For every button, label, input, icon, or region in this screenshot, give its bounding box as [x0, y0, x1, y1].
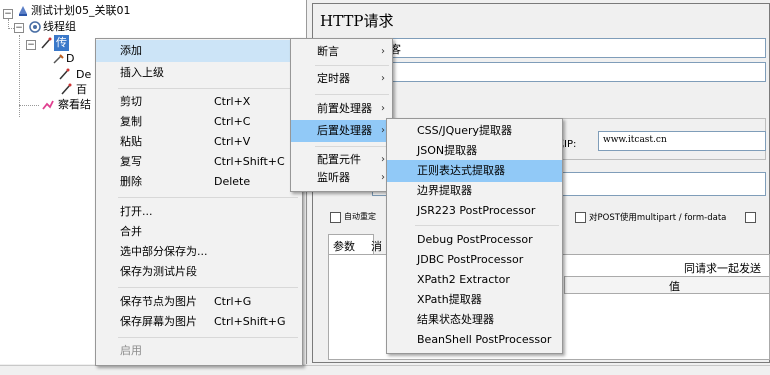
tree-item-baidu[interactable]: 百 [76, 82, 87, 98]
menu-separator [315, 146, 389, 147]
tab-parameters[interactable]: 参数 [328, 234, 374, 255]
menu-item-assertion[interactable]: 断言 › [291, 41, 392, 63]
menu-separator [315, 94, 389, 95]
collapse-toggle-icon[interactable]: − [3, 9, 13, 19]
menu-item-save-as-test-fragment[interactable]: 保存为测试片段 [96, 261, 302, 283]
page-title: HTTP请求 [320, 12, 394, 30]
tree-item-view-results[interactable]: 察看结 [58, 97, 91, 113]
submenu-arrow-icon: › [381, 46, 385, 57]
collapse-toggle-icon[interactable]: − [26, 40, 36, 50]
multipart-label: 对POST使用multipart / form-data [589, 213, 727, 223]
menu-item-beanshell-postprocessor[interactable]: BeanShell PostProcessor [387, 329, 562, 351]
menu-separator [118, 197, 298, 198]
thread-group-icon [29, 21, 41, 33]
menu-item-paste[interactable]: 粘贴 Ctrl+V [96, 131, 302, 153]
tree-item-child[interactable]: D [66, 51, 74, 67]
menu-item-css-jquery-extractor[interactable]: CSS/JQuery提取器 [387, 120, 562, 142]
submenu-arrow-icon: › [381, 103, 385, 114]
menu-item-pre-processor[interactable]: 前置处理器 › [291, 98, 392, 120]
tree-item-test-plan[interactable]: 测试计划05_关联01 [31, 3, 131, 19]
menu-item-open[interactable]: 打开... [96, 201, 302, 223]
menu-item-insert-parent[interactable]: 插入上级 › [96, 62, 302, 84]
menu-item-listener[interactable]: 监听器 › [291, 167, 392, 189]
menu-separator [118, 88, 298, 89]
menu-item-enable: 启用 [120, 344, 142, 357]
menu-separator [118, 287, 298, 288]
menu-separator [315, 65, 389, 66]
menu-item-delete[interactable]: 删除 Delete [96, 171, 302, 193]
redirect-checkbox[interactable] [330, 212, 341, 223]
menu-item-jdbc-postprocessor[interactable]: JDBC PostProcessor [387, 249, 562, 271]
redirect-label: 自动重定 [344, 212, 376, 221]
listener-icon [42, 100, 54, 110]
menu-item-duplicate[interactable]: 复写 Ctrl+Shift+C [96, 151, 302, 173]
sampler-icon [59, 68, 70, 80]
comments-field[interactable] [388, 62, 766, 82]
menu-item-xpath-extractor[interactable]: XPath提取器 [387, 289, 562, 311]
tree-item-debug[interactable]: De [76, 67, 91, 83]
menu-item-json-extractor[interactable]: JSON提取器 [387, 140, 562, 162]
menu-item-jsr223-postprocessor[interactable]: JSR223 PostProcessor [387, 200, 562, 222]
menu-separator [118, 337, 298, 338]
context-menu: 添加 › 插入上级 › 剪切 Ctrl+X 复制 Ctrl+C 粘贴 Ctrl+… [95, 38, 303, 366]
value-column-header[interactable]: 值 [564, 276, 770, 294]
menu-item-save-node-image[interactable]: 保存节点为图片 Ctrl+G [96, 291, 302, 313]
menu-item-regex-extractor[interactable]: 正则表达式提取器 [387, 160, 562, 182]
sampler-icon [61, 83, 72, 95]
menu-item-add[interactable]: 添加 › [96, 40, 302, 62]
menu-item-post-processor[interactable]: 后置处理器 › [291, 120, 392, 142]
menu-item-result-status-handler[interactable]: 结果状态处理器 [387, 309, 562, 331]
collapse-toggle-icon[interactable]: − [14, 23, 24, 33]
menu-item-debug-postprocessor[interactable]: Debug PostProcessor [387, 229, 562, 251]
menu-item-xpath2-extractor[interactable]: XPath2 Extractor [387, 269, 562, 291]
submenu-arrow-icon: › [381, 172, 385, 183]
menu-item-save-selection-as[interactable]: 选中部分保存为... [96, 241, 302, 263]
name-field[interactable]: 客 [388, 38, 766, 58]
menu-item-timer[interactable]: 定时器 › [291, 68, 392, 90]
post-processor-submenu: CSS/JQuery提取器 JSON提取器 正则表达式提取器 边界提取器 JSR… [386, 118, 563, 354]
sampler-icon [41, 37, 52, 49]
menu-item-copy[interactable]: 复制 Ctrl+C [96, 111, 302, 133]
menu-item-save-screen-image[interactable]: 保存屏幕为图片 Ctrl+Shift+G [96, 311, 302, 333]
server-field[interactable]: www.itcast.cn [598, 131, 766, 151]
menu-separator [415, 225, 559, 226]
post-processor-icon [53, 54, 64, 64]
test-plan-icon [19, 6, 27, 16]
tree-item-thread-group[interactable]: 线程组 [43, 19, 76, 35]
send-params-label: 同请求一起发送 [684, 262, 761, 275]
submenu-arrow-icon: › [381, 73, 385, 84]
menu-item-cut[interactable]: 剪切 Ctrl+X [96, 91, 302, 113]
menu-item-boundary-extractor[interactable]: 边界提取器 [387, 180, 562, 202]
browser-headers-checkbox[interactable] [745, 212, 756, 223]
submenu-arrow-icon: › [381, 125, 385, 136]
tree-item-http-request[interactable]: 传 [54, 35, 69, 51]
add-submenu: 断言 › 定时器 › 前置处理器 › 后置处理器 › 配置元件 › 监听器 › [290, 38, 393, 192]
multipart-checkbox[interactable] [575, 212, 586, 223]
menu-item-merge[interactable]: 合并 [96, 221, 302, 243]
